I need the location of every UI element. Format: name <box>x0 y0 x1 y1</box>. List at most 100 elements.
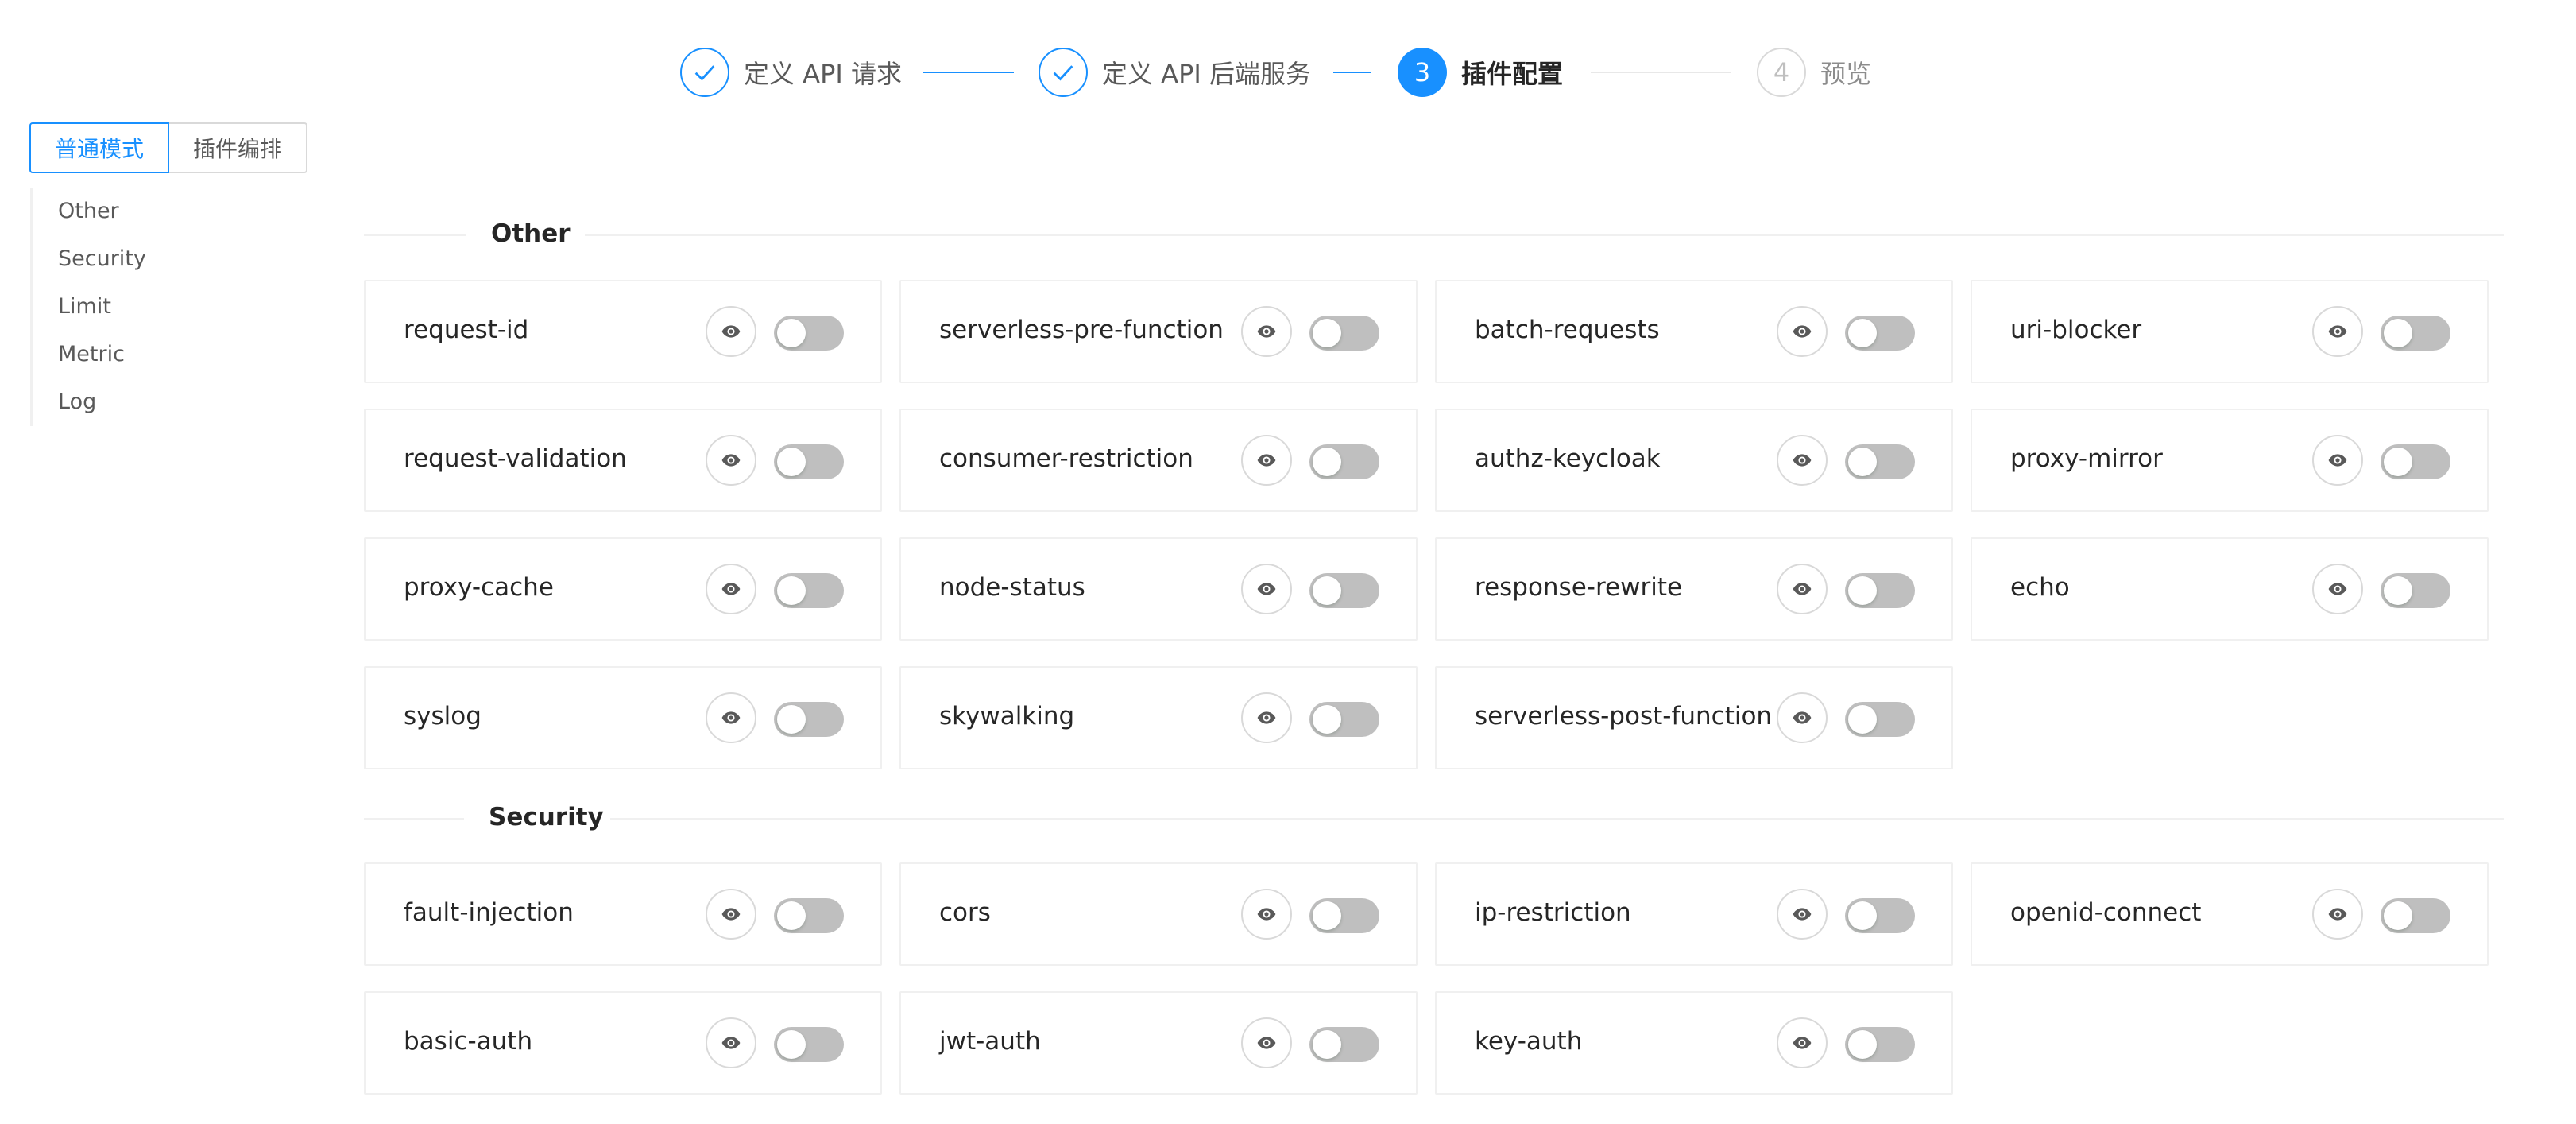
switch-knob <box>777 319 806 347</box>
plugin-name: consumer-restriction <box>939 444 1193 473</box>
plugin-enable-switch[interactable] <box>774 898 844 933</box>
eye-icon <box>1256 707 1277 728</box>
plugin-enable-switch[interactable] <box>1845 316 1915 351</box>
plugin-enable-switch[interactable] <box>774 573 844 608</box>
view-plugin-button[interactable] <box>1241 1017 1292 1068</box>
plugin-enable-switch[interactable] <box>1845 444 1915 479</box>
view-plugin-button[interactable] <box>706 306 756 357</box>
step-define-api-request: 定义 API 请求 <box>680 46 902 99</box>
view-plugin-button[interactable] <box>1241 889 1292 940</box>
plugin-enable-switch[interactable] <box>2381 573 2450 608</box>
eye-icon <box>1792 450 1812 471</box>
view-plugin-button[interactable] <box>1777 889 1828 940</box>
plugin-enable-switch[interactable] <box>774 702 844 737</box>
check-icon <box>680 48 729 97</box>
plugin-card: cors <box>899 862 1418 966</box>
section-divider-security: Security <box>364 795 2504 843</box>
plugin-enable-switch[interactable] <box>1845 1027 1915 1062</box>
eye-icon <box>1256 1033 1277 1053</box>
anchor-link-limit[interactable]: Limit <box>58 294 111 319</box>
eye-icon <box>1256 579 1277 599</box>
plugin-enable-switch[interactable] <box>774 444 844 479</box>
switch-knob <box>1848 901 1877 930</box>
view-plugin-button[interactable] <box>2312 889 2363 940</box>
view-plugin-button[interactable] <box>1777 435 1828 486</box>
eye-icon <box>1792 707 1812 728</box>
eye-icon <box>2327 579 2348 599</box>
plugin-card: response-rewrite <box>1435 537 1953 641</box>
view-plugin-button[interactable] <box>1777 306 1828 357</box>
plugin-card: syslog <box>364 666 882 769</box>
view-plugin-button[interactable] <box>2312 564 2363 614</box>
view-plugin-button[interactable] <box>1777 1017 1828 1068</box>
view-plugin-button[interactable] <box>706 435 756 486</box>
view-plugin-button[interactable] <box>1777 692 1828 743</box>
plugin-card: node-status <box>899 537 1418 641</box>
plugin-enable-switch[interactable] <box>1309 573 1379 608</box>
plugin-name: skywalking <box>939 702 1075 731</box>
step-preview: 4 预览 <box>1757 46 1871 99</box>
anchor-link-log[interactable]: Log <box>58 390 96 414</box>
plugin-name: openid-connect <box>2010 898 2202 927</box>
plugin-name: serverless-pre-function <box>939 316 1224 344</box>
eye-icon <box>1792 321 1812 342</box>
plugin-enable-switch[interactable] <box>774 1027 844 1062</box>
plugin-card: key-auth <box>1435 991 1953 1095</box>
eye-icon <box>1792 1033 1812 1053</box>
plugin-enable-switch[interactable] <box>1309 1027 1379 1062</box>
plugin-name: cors <box>939 898 991 927</box>
view-plugin-button[interactable] <box>1241 692 1292 743</box>
switch-knob <box>1848 1030 1877 1059</box>
plugin-enable-switch[interactable] <box>1845 573 1915 608</box>
view-plugin-button[interactable] <box>706 564 756 614</box>
eye-icon <box>721 707 741 728</box>
view-plugin-button[interactable] <box>2312 435 2363 486</box>
plugin-enable-switch[interactable] <box>2381 898 2450 933</box>
switch-knob <box>1313 901 1341 930</box>
plugin-card: proxy-cache <box>364 537 882 641</box>
anchor-link-metric[interactable]: Metric <box>58 342 125 366</box>
plugin-card: proxy-mirror <box>1971 409 2489 512</box>
plugin-enable-switch[interactable] <box>2381 316 2450 351</box>
plugin-name: request-validation <box>404 444 627 473</box>
switch-knob <box>777 901 806 930</box>
eye-icon <box>1256 321 1277 342</box>
plugin-enable-switch[interactable] <box>774 316 844 351</box>
normal-mode-button[interactable]: 普通模式 <box>29 122 169 173</box>
step-define-backend-service: 定义 API 后端服务 <box>1039 46 1311 99</box>
plugin-name: key-auth <box>1475 1027 1583 1056</box>
plugin-enable-switch[interactable] <box>1845 898 1915 933</box>
plugin-card: openid-connect <box>1971 862 2489 966</box>
view-plugin-button[interactable] <box>706 692 756 743</box>
view-plugin-button[interactable] <box>706 889 756 940</box>
plugin-card: serverless-post-function <box>1435 666 1953 769</box>
anchor-link-security[interactable]: Security <box>58 246 146 271</box>
view-plugin-button[interactable] <box>1241 435 1292 486</box>
switch-knob <box>2384 448 2412 476</box>
orchestration-mode-button[interactable]: 插件编排 <box>169 122 307 173</box>
plugin-enable-switch[interactable] <box>1309 898 1379 933</box>
switch-knob <box>2384 576 2412 605</box>
anchor-link-other[interactable]: Other <box>58 199 119 223</box>
switch-knob <box>1313 705 1341 734</box>
plugin-name: proxy-cache <box>404 573 554 602</box>
step-title: 预览 <box>1820 59 1872 89</box>
plugin-card: uri-blocker <box>1971 280 2489 383</box>
plugin-enable-switch[interactable] <box>1309 702 1379 737</box>
plugin-enable-switch[interactable] <box>1845 702 1915 737</box>
step-title: 定义 API 后端服务 <box>1102 59 1311 89</box>
view-plugin-button[interactable] <box>1241 306 1292 357</box>
plugin-name: jwt-auth <box>939 1027 1041 1056</box>
plugin-name: batch-requests <box>1475 316 1660 344</box>
view-plugin-button[interactable] <box>1241 564 1292 614</box>
step-title: 插件配置 <box>1461 59 1564 89</box>
view-plugin-button[interactable] <box>706 1017 756 1068</box>
plugin-enable-switch[interactable] <box>1309 316 1379 351</box>
plugin-card: echo <box>1971 537 2489 641</box>
plugin-card: skywalking <box>899 666 1418 769</box>
switch-knob <box>777 1030 806 1059</box>
plugin-enable-switch[interactable] <box>1309 444 1379 479</box>
view-plugin-button[interactable] <box>2312 306 2363 357</box>
view-plugin-button[interactable] <box>1777 564 1828 614</box>
plugin-enable-switch[interactable] <box>2381 444 2450 479</box>
